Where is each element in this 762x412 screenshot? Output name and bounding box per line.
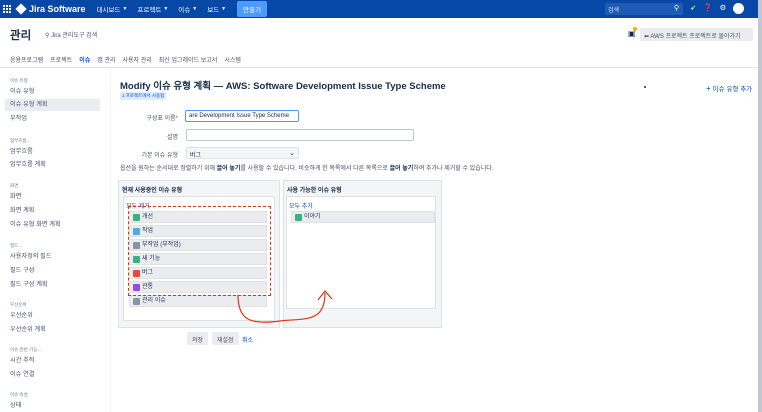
tab-applications[interactable]: 응용프로그램 [10, 55, 43, 64]
sidebar-item-field-configuration-schemes[interactable]: 필드 구성 계획 [10, 279, 105, 291]
add-issue-type-link[interactable]: + 이슈 유형 추가 [706, 83, 752, 93]
sidebar-item-screens[interactable]: 화면 [10, 191, 105, 203]
sidebar-item-issue-type-screen-schemes[interactable]: 이슈 유형 화면 계획 [10, 219, 105, 231]
chevron-down-icon: ▼ [221, 6, 227, 12]
drag-drop-instruction: 옵션을 원하는 순서대로 정렬하기 위해 끌어 놓기를 사용할 수 있습니다. … [120, 166, 494, 172]
chevron-down-icon: ▼ [163, 6, 169, 12]
sidebar-item-priority-schemes[interactable]: 우선순위 계획 [10, 324, 105, 336]
app-switcher-icon[interactable] [3, 4, 12, 14]
page-title: Modify 이슈 유형 계획 — AWS: Software Developm… [120, 81, 446, 92]
available-issue-types-title: 사용 가능한 이슈 유형 [287, 188, 342, 194]
sidebar-heading: 이슈 관련 기능... [10, 347, 42, 352]
description-input[interactable] [186, 129, 414, 141]
scheme-name-input[interactable]: are Development Issue Type Scheme [185, 110, 299, 122]
chevron-down-icon: ▼ [122, 6, 128, 12]
sidebar-item-subtasks[interactable]: 부작업 [10, 113, 105, 125]
sidebar-item-screen-schemes[interactable]: 화면 계획 [10, 205, 105, 217]
sidebar-heading: 필드... [10, 243, 23, 248]
story-icon [295, 213, 302, 221]
current-issue-types-title: 현재 사용중인 이슈 유형 [122, 188, 183, 194]
add-all-link[interactable]: 모두 추가 [289, 201, 313, 210]
settings-gear-icon[interactable]: ⚙ [720, 3, 727, 14]
usage-badge[interactable]: 1 프로젝트에서 사용됨 [120, 92, 167, 100]
user-avatar[interactable] [733, 3, 745, 14]
admin-title: 관리 [10, 30, 32, 42]
nav-projects[interactable]: 프로젝트 ▼ [137, 4, 168, 14]
sidebar-heading: 이슈 속성 [10, 392, 28, 397]
help-icon[interactable]: ❓ [703, 3, 712, 14]
tab-upgrade-report[interactable]: 최신 업그레이드 보고서 [159, 55, 218, 64]
sidebar-item-statuses[interactable]: 상태 [10, 400, 105, 412]
header-divider [0, 67, 762, 68]
tab-user-management[interactable]: 사용자 관리 [123, 55, 152, 64]
sidebar-item-workflow-schemes[interactable]: 업무흐름 계획 [10, 159, 105, 171]
admin-search[interactable]: ⚲ Jira 관리도구 검색 [45, 30, 97, 39]
sidebar-divider [110, 68, 111, 412]
create-button[interactable]: 만들기 [237, 1, 268, 17]
tab-system[interactable]: 시스템 [224, 55, 241, 64]
chevron-down-icon: ⌄ [289, 150, 295, 157]
jira-logo-icon [15, 3, 27, 15]
sidebar-item-workflows[interactable]: 업무흐름 [10, 146, 105, 158]
tab-issues[interactable]: 이슈 [79, 55, 90, 64]
description-label: 설명 [166, 135, 178, 141]
sidebar-item-field-configurations[interactable]: 필드 구성 [10, 265, 105, 277]
sidebar-heading: 업무흐름... [10, 138, 31, 143]
sidebar-item-issue-types[interactable]: 이슈 유형 [10, 86, 105, 98]
scheme-name-label: 구성표 이름* [146, 116, 178, 122]
issue-type-row[interactable]: 이야기 [291, 211, 435, 223]
jira-logo[interactable]: Jira Software [15, 3, 86, 15]
save-button[interactable]: 저장 [187, 332, 209, 345]
global-search-input[interactable]: 검색 ⚲ [605, 3, 683, 15]
sidebar-item-custom-fields[interactable]: 사용자정의 필드 [10, 251, 105, 263]
admin-issue-icon [133, 297, 140, 305]
top-right-icons: ➶ ❓ ⚙ [690, 3, 745, 14]
sidebar-heading: 이슈 유형 [10, 78, 28, 83]
sidebar-item-issue-type-schemes[interactable]: 이슈 유형 계획 [5, 99, 100, 111]
default-issue-type-label: 기본 이슈 유형 [141, 153, 178, 159]
sidebar-heading: 화면 [10, 183, 19, 188]
sidebar-item-priorities[interactable]: 우선순위 [10, 310, 105, 322]
logo-text: Jira Software [29, 4, 86, 14]
drag-annotation-arrow [237, 290, 333, 323]
sidebar-item-time-tracking[interactable]: 시간 추적 [10, 355, 105, 367]
search-icon: ⚲ [673, 5, 679, 12]
back-to-project-button[interactable]: ▣ ⬅ AWS 프로젝트 프로젝트로 돌아가기 [628, 27, 753, 41]
nav-boards[interactable]: 보드 ▼ [207, 4, 226, 14]
default-issue-type-select[interactable]: 버그 ⌄ [186, 147, 299, 159]
selection-annotation-box [128, 206, 271, 296]
plus-icon: + [706, 84, 711, 93]
tab-projects[interactable]: 프로젝트 [50, 55, 72, 64]
tab-app-management[interactable]: 앱 관리 [97, 55, 115, 64]
sidebar-heading: 우선순위 [10, 302, 27, 307]
notification-badge [633, 27, 637, 31]
reset-button[interactable]: 재설정 [212, 332, 239, 345]
notifications-icon[interactable]: ➶ [690, 3, 696, 14]
admin-tabs: 응용프로그램 프로젝트 이슈 앱 관리 사용자 관리 최신 업그레이드 보고서 … [10, 55, 248, 64]
cancel-link[interactable]: 취소 [242, 335, 253, 344]
nav-dashboards[interactable]: 대시보드 ▼ [97, 4, 128, 14]
nav-issues[interactable]: 이슈 ▼ [178, 4, 197, 14]
window-edge [758, 0, 762, 412]
chevron-down-icon: ▼ [192, 6, 198, 12]
cursor-dot [644, 86, 646, 88]
sidebar-item-issue-linking[interactable]: 이슈 연결 [10, 369, 105, 381]
